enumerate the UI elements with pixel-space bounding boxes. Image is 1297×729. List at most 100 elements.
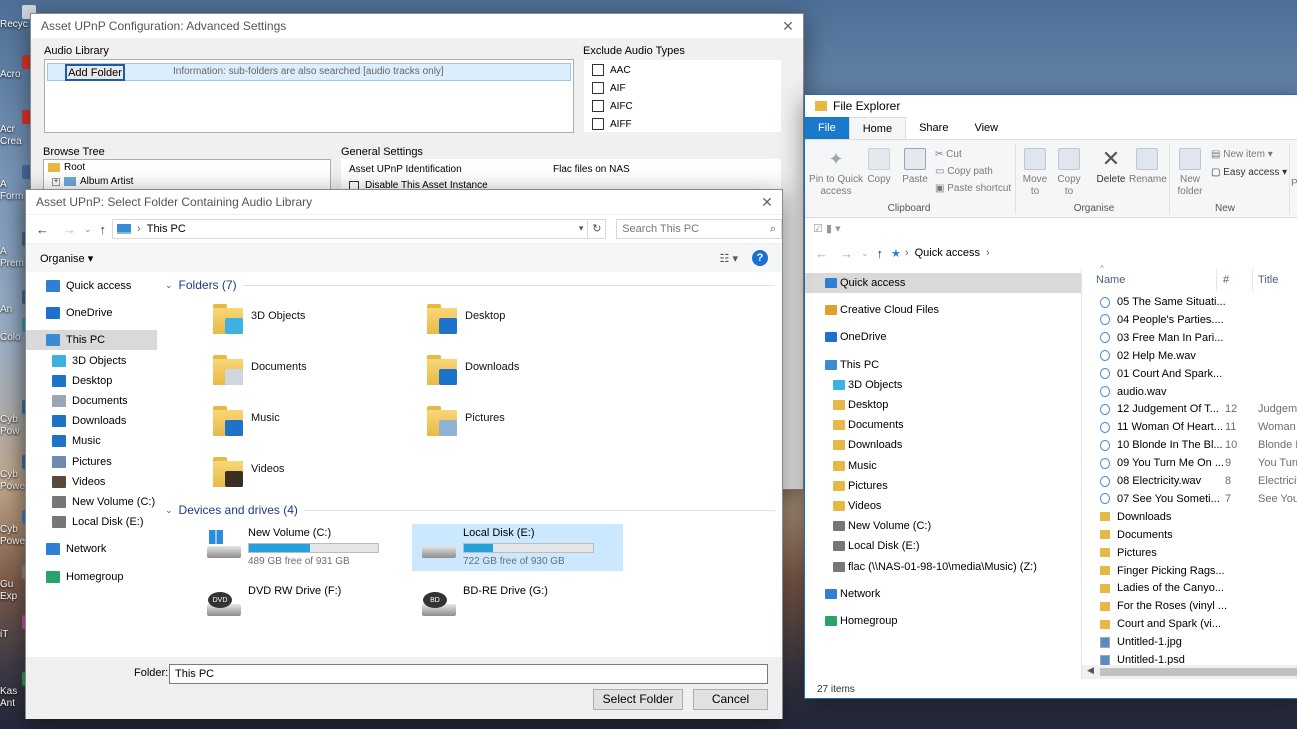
- copy-button[interactable]: Copy: [865, 148, 893, 186]
- file-row[interactable]: Documents: [1082, 526, 1297, 544]
- search-input[interactable]: Search This PC ⌕: [616, 219, 782, 239]
- exclude-type-row[interactable]: AIF: [592, 82, 626, 94]
- dialog-address[interactable]: This PC: [147, 223, 186, 235]
- cancel-button[interactable]: Cancel: [693, 689, 768, 710]
- drive-tile[interactable]: Local Disk (E:) 722 GB free of 930 GB: [412, 524, 623, 571]
- sidebar-item-this-pc[interactable]: This PC: [26, 330, 157, 351]
- forward-icon[interactable]: →: [840, 246, 853, 261]
- tab-view[interactable]: View: [961, 117, 1011, 139]
- tab-home[interactable]: Home: [848, 117, 907, 139]
- file-row[interactable]: Pictures: [1082, 544, 1297, 562]
- nav-item-local-disk-e[interactable]: Local Disk (E:): [805, 536, 1081, 556]
- chevron-down-icon[interactable]: ⌄: [165, 505, 173, 516]
- scroll-left-icon[interactable]: ◀: [1087, 665, 1094, 676]
- easy-access-button[interactable]: ▢ Easy access ▾: [1211, 164, 1287, 182]
- new-item-button[interactable]: ▤ New item ▾: [1211, 146, 1287, 164]
- drive-tile[interactable]: BD BD-RE Drive (G:): [412, 582, 623, 629]
- file-row[interactable]: Ladies of the Canyo...: [1082, 579, 1297, 597]
- file-row[interactable]: 05 The Same Situati...: [1082, 293, 1297, 311]
- sidebar-item-pictures[interactable]: Pictures: [26, 452, 157, 472]
- file-row[interactable]: Untitled-1.psd: [1082, 651, 1297, 665]
- recent-icon[interactable]: ⌄: [84, 224, 92, 235]
- chevron-right-icon[interactable]: ›: [986, 247, 990, 259]
- nav-item-quick-access[interactable]: Quick access: [805, 273, 1081, 293]
- explorer-address[interactable]: Quick access: [915, 247, 980, 259]
- folder-tile[interactable]: Pictures: [425, 404, 625, 450]
- column-divider[interactable]: [1252, 269, 1253, 291]
- file-row[interactable]: For the Roses (vinyl ...: [1082, 597, 1297, 615]
- view-options-button[interactable]: ☷ ▾: [720, 252, 738, 265]
- file-row[interactable]: 09 You Turn Me On ...9 You Turn: [1082, 454, 1297, 472]
- pin-icon[interactable]: ▮: [826, 223, 832, 235]
- nav-item-downloads[interactable]: Downloads: [805, 435, 1081, 455]
- file-row[interactable]: 12 Judgement Of T... 12 Judgeme: [1082, 400, 1297, 418]
- copy-to-button[interactable]: Copy to: [1053, 148, 1085, 198]
- folder-field[interactable]: This PC: [169, 664, 768, 684]
- nav-item-flac-nas-01-98-10-media-music-z[interactable]: flac (\\NAS-01-98-10\media\Music) (Z:): [805, 557, 1081, 577]
- organise-button[interactable]: Organise ▾: [40, 252, 93, 265]
- folder-tile[interactable]: 3D Objects: [211, 302, 411, 348]
- exclude-type-row[interactable]: AIFF: [592, 118, 632, 130]
- audio-library-list[interactable]: Add Folder Information: sub-folders are …: [44, 59, 574, 133]
- sidebar-item-videos[interactable]: Videos: [26, 472, 157, 492]
- tree-child[interactable]: + Album Artist: [52, 176, 133, 187]
- sidebar-item-new-volume-c[interactable]: New Volume (C:): [26, 492, 157, 512]
- file-row[interactable]: Finger Picking Rags...: [1082, 562, 1297, 580]
- sidebar-item-documents[interactable]: Documents: [26, 391, 157, 411]
- folders-group-header[interactable]: ⌄ Folders (7): [165, 278, 775, 292]
- recent-icon[interactable]: ⌄: [861, 248, 869, 259]
- back-icon[interactable]: ←: [36, 222, 49, 237]
- add-folder-button[interactable]: Add Folder: [65, 64, 125, 81]
- file-row[interactable]: 03 Free Man In Pari...: [1082, 329, 1297, 347]
- scrollbar-thumb[interactable]: [1100, 668, 1297, 676]
- paste-button[interactable]: Paste: [901, 148, 929, 186]
- tree-root[interactable]: Root: [48, 162, 85, 173]
- exclude-type-checkbox[interactable]: [592, 64, 604, 76]
- upnp-id-value[interactable]: Flac files on NAS: [553, 164, 630, 175]
- file-row[interactable]: 04 People's Parties....: [1082, 311, 1297, 329]
- move-to-button[interactable]: Move to: [1019, 148, 1051, 198]
- tab-file[interactable]: File: [805, 117, 849, 139]
- exclude-type-checkbox[interactable]: [592, 100, 604, 112]
- nav-item-new-volume-c[interactable]: New Volume (C:): [805, 516, 1081, 536]
- select-folder-button[interactable]: Select Folder: [593, 689, 683, 710]
- file-row[interactable]: 02 Help Me.wav: [1082, 347, 1297, 365]
- nav-item-music[interactable]: Music: [805, 456, 1081, 476]
- nav-item-desktop[interactable]: Desktop: [805, 395, 1081, 415]
- drive-tile[interactable]: New Volume (C:) 489 GB free of 931 GB: [197, 524, 408, 571]
- folder-tile[interactable]: Music: [211, 404, 411, 450]
- refresh-button[interactable]: ↻: [588, 219, 607, 239]
- file-row[interactable]: Court and Spark (vi...: [1082, 615, 1297, 633]
- address-bar[interactable]: › This PC ▾: [112, 219, 589, 239]
- exclude-type-checkbox[interactable]: [592, 82, 604, 94]
- file-row[interactable]: 01 Court And Spark...: [1082, 365, 1297, 383]
- up-icon[interactable]: ↑: [100, 222, 107, 237]
- tab-share[interactable]: Share: [906, 117, 961, 139]
- quick-access-toolbar[interactable]: ☑ ▮ ▾: [813, 222, 841, 235]
- nav-item-onedrive[interactable]: OneDrive: [805, 327, 1081, 347]
- sidebar-item-desktop[interactable]: Desktop: [26, 371, 157, 391]
- column-divider[interactable]: [1216, 269, 1217, 291]
- customize-icon[interactable]: ▾: [835, 223, 841, 235]
- exclude-type-checkbox[interactable]: [592, 118, 604, 130]
- expand-icon[interactable]: +: [52, 177, 60, 186]
- nav-item-videos[interactable]: Videos: [805, 496, 1081, 516]
- delete-button[interactable]: ✕ Delete: [1095, 148, 1127, 186]
- nav-item-homegroup[interactable]: Homegroup: [805, 611, 1081, 631]
- folder-tile[interactable]: Documents: [211, 353, 411, 399]
- sidebar-item-network[interactable]: Network: [26, 539, 157, 559]
- checkbox-icon[interactable]: ☑: [813, 223, 823, 235]
- column-header-title[interactable]: Title: [1258, 274, 1278, 286]
- file-row[interactable]: audio.wav: [1082, 383, 1297, 401]
- exclude-type-row[interactable]: AAC: [592, 64, 631, 76]
- file-row[interactable]: Downloads: [1082, 508, 1297, 526]
- file-row[interactable]: 11 Woman Of Heart... 11 Woman: [1082, 418, 1297, 436]
- nav-item-pictures[interactable]: Pictures: [805, 476, 1081, 496]
- nav-item-network[interactable]: Network: [805, 584, 1081, 604]
- horizontal-scrollbar[interactable]: ◀: [1082, 665, 1297, 679]
- rename-button[interactable]: Rename: [1129, 148, 1167, 186]
- nav-item-3d-objects[interactable]: 3D Objects: [805, 375, 1081, 395]
- sidebar-item-onedrive[interactable]: OneDrive: [26, 303, 157, 323]
- sidebar-item-3d-objects[interactable]: 3D Objects: [26, 351, 157, 371]
- sidebar-item-downloads[interactable]: Downloads: [26, 411, 157, 431]
